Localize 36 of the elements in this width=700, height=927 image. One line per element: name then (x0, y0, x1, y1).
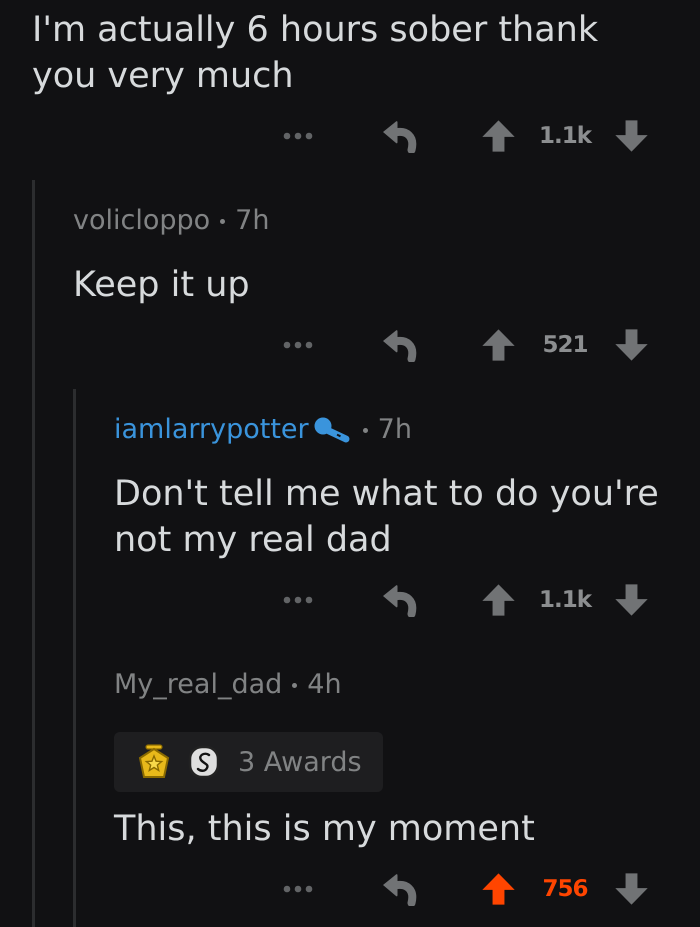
reply-icon[interactable] (382, 583, 418, 617)
username[interactable]: volicloppo (73, 205, 210, 237)
upvote-icon[interactable] (482, 328, 515, 362)
vote-score: 1.1k (538, 587, 593, 613)
reply-icon[interactable] (382, 328, 418, 362)
comment-text: Keep it up (73, 264, 251, 307)
vote-score: 1.1k (538, 123, 593, 149)
coin-award-icon (188, 745, 220, 779)
separator-dot-icon (362, 428, 368, 432)
comment-text: This, this is my moment (114, 808, 536, 851)
upvote-icon[interactable] (482, 872, 515, 906)
reply-icon[interactable] (382, 872, 418, 906)
downvote-icon[interactable] (615, 119, 648, 153)
downvote-icon[interactable] (615, 872, 648, 906)
comment-text: I'm actually 6 hours sober thank you very much (32, 9, 600, 98)
separator-dot-icon (220, 218, 226, 224)
star-award-icon (138, 744, 170, 780)
separator-dot-icon (292, 682, 298, 688)
username[interactable]: My_real_dad (114, 669, 282, 701)
more-options-icon[interactable] (283, 885, 313, 893)
downvote-icon[interactable] (615, 583, 648, 617)
awards-button[interactable]: 3 Awards (114, 732, 383, 792)
comment-text: Don't tell me what to do you're not my real dad (114, 473, 660, 562)
username[interactable]: iamlarrypotter (114, 414, 309, 446)
timestamp: 7h (235, 205, 270, 237)
vote-score: 521 (541, 332, 588, 358)
timestamp: 4h (307, 669, 342, 701)
downvote-icon[interactable] (615, 328, 648, 362)
more-options-icon[interactable] (283, 132, 313, 140)
more-options-icon[interactable] (283, 341, 313, 349)
upvote-icon[interactable] (482, 119, 515, 153)
timestamp: 7h (378, 414, 412, 446)
reply-icon[interactable] (382, 119, 418, 153)
vote-score: 756 (541, 876, 588, 902)
upvote-icon[interactable] (482, 583, 515, 617)
more-options-icon[interactable] (283, 596, 313, 604)
